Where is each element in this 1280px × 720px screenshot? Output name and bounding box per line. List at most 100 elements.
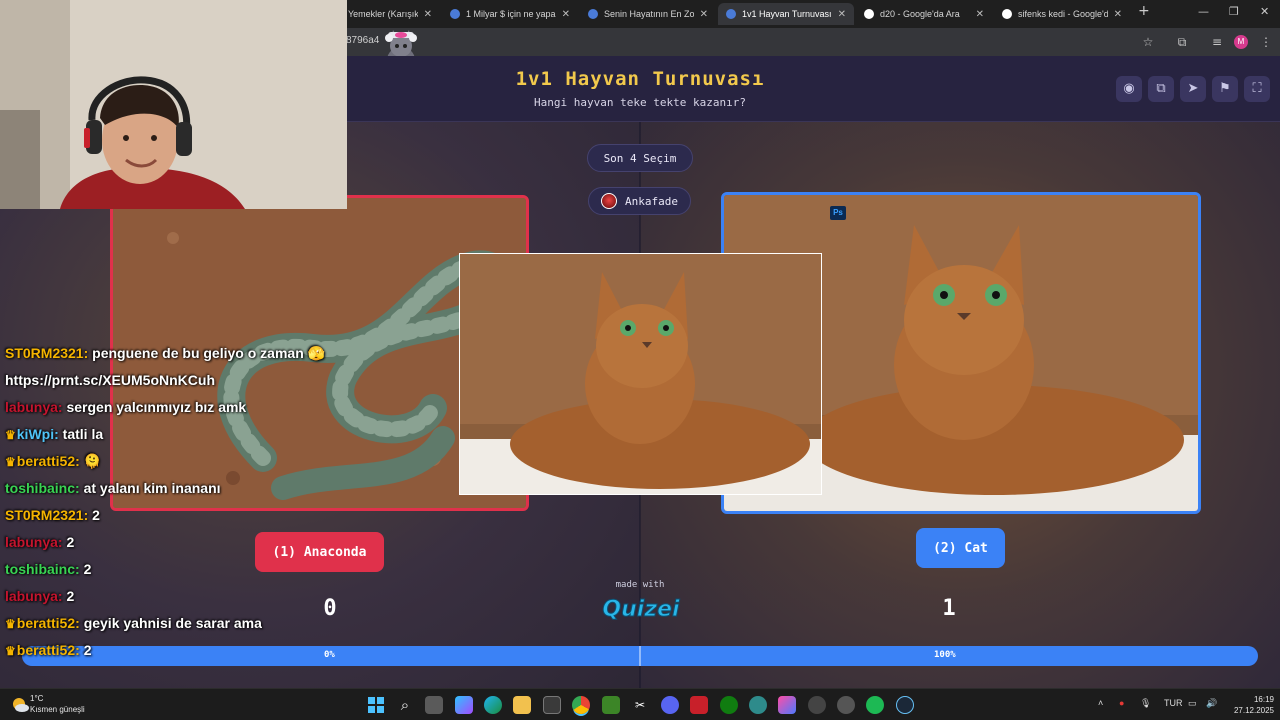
fullscreen-button[interactable]: ⛶ (1244, 76, 1270, 102)
system-clock[interactable]: 16:19 27.12.2025 (1228, 694, 1274, 716)
chat-message: labunya: 2 (5, 588, 75, 604)
chat-username: beratti52 (16, 642, 76, 658)
chat-username: beratti52 (16, 615, 76, 631)
crown-badge-icon: ♛ (5, 455, 16, 469)
taskbar: 1°C Kısmen güneşli ⌕ ✂ ˄ ● 🎙 TUR ▭ 🔊 16:… (0, 688, 1280, 720)
chat-username: ST0RM2321 (5, 507, 84, 523)
weather-desc: Kısmen güneşli (30, 705, 85, 714)
chat-username: ST0RM2321 (5, 345, 84, 361)
share-button[interactable]: ➤ (1180, 76, 1206, 102)
eye-icon: ◉ (1123, 81, 1135, 96)
tray-overflow-icon[interactable]: ˄ (1098, 698, 1103, 708)
capcut-icon[interactable]: ✂ (631, 696, 649, 714)
send-icon: ➤ (1187, 81, 1199, 96)
photoshop-badge: Ps (830, 206, 846, 220)
extensions-icon[interactable]: ⧉ (1174, 35, 1190, 49)
tab-senin-hayatinin[interactable]: Senin Hayatının En Zor Se ✕ (580, 3, 716, 25)
percent-right: 100% (934, 650, 956, 660)
profile-avatar[interactable]: M (1234, 35, 1248, 49)
bookmark-star-icon[interactable]: ☆ (1140, 35, 1156, 49)
tab-yemekler[interactable]: Yemekler (Karışık) - ✕ (340, 3, 440, 25)
discord-icon[interactable] (661, 696, 679, 714)
crown-badge-icon: ♛ (5, 644, 16, 658)
obs-icon[interactable] (837, 696, 855, 714)
eye-button[interactable]: ◉ (1116, 76, 1142, 102)
close-icon[interactable]: ✕ (976, 9, 984, 20)
chat-text: at yalanı kim inananı (83, 480, 221, 496)
clock-time: 16:19 (1253, 695, 1274, 704)
fullscreen-icon: ⛶ (1252, 81, 1262, 96)
chat-text: 🫠 (83, 453, 102, 469)
task-view-icon[interactable] (425, 696, 443, 714)
chat-text: sergen yalcınmıyız bız amk (66, 399, 247, 415)
google-icon (864, 9, 874, 19)
windows-start-icon[interactable] (367, 696, 385, 714)
app-icon[interactable] (778, 696, 796, 714)
store-icon[interactable] (543, 696, 561, 714)
overlay-cat-image (459, 253, 822, 495)
copilot-icon[interactable] (455, 696, 473, 714)
choice-button-anaconda[interactable]: (1) Anaconda (255, 532, 384, 572)
close-window-icon[interactable]: ✕ (1260, 5, 1269, 18)
quizei-logo[interactable]: Quizei (596, 593, 686, 623)
screen: Yemekler (Karışık) - ✕ 1 Milyar $ için ne… (0, 0, 1280, 720)
chat-text: penguene de bu geliyo o zaman 🫣 (92, 345, 326, 361)
user-avatar (601, 193, 617, 209)
close-icon[interactable]: ✕ (562, 9, 570, 20)
chat-text: 2 (83, 561, 92, 577)
close-icon[interactable]: ✕ (838, 9, 846, 20)
crown-badge-icon: ♛ (5, 428, 16, 442)
close-icon[interactable]: ✕ (1114, 9, 1122, 20)
chat-message: ♛beratti52: 2 (5, 642, 92, 658)
edge-icon[interactable] (484, 696, 502, 714)
chat-text: https://prnt.sc/XEUM5oNnKCuh (5, 372, 215, 388)
language-indicator[interactable]: TUR (1164, 698, 1183, 708)
choice-button-cat[interactable]: (2) Cat (916, 528, 1005, 568)
steam-icon[interactable] (896, 696, 914, 714)
network-icon[interactable]: ▭ (1188, 698, 1197, 709)
close-icon[interactable]: ✕ (700, 9, 708, 20)
user-pill[interactable]: Ankafade (588, 187, 691, 215)
flag-icon: ⚑ (1219, 81, 1231, 96)
minecraft-icon[interactable] (602, 696, 620, 714)
chat-username: kiWpi (16, 426, 55, 442)
chat-username: labunya (5, 399, 58, 415)
app-icon[interactable] (749, 696, 767, 714)
microphone-icon[interactable]: 🎙 (1140, 698, 1151, 709)
recording-app-icon[interactable] (690, 696, 708, 714)
restore-icon[interactable]: ❐ (1229, 5, 1239, 18)
chat-text: geyik yahnisi de sarar ama (83, 615, 262, 631)
tab-label: sifenks kedi - Google'da (1018, 9, 1108, 19)
chat-username: toshibainc (5, 480, 76, 496)
vote-progress-bar: 0% 100% (22, 646, 1258, 666)
weather-widget[interactable]: 1°C Kısmen güneşli (30, 693, 85, 715)
tab-1-milyar[interactable]: 1 Milyar $ için ne yaparsın ✕ (442, 3, 578, 25)
new-tab-button[interactable]: + (1138, 3, 1150, 19)
report-button[interactable]: ⚑ (1212, 76, 1238, 102)
tab-hayvan-turnuvasi[interactable]: 1v1 Hayvan Turnuvası - T ✕ (718, 3, 854, 25)
percent-left: 0% (324, 650, 335, 660)
media-icon[interactable]: ≡ (1209, 35, 1225, 49)
chat-text: tatli la (62, 426, 104, 442)
copy-button[interactable]: ⧉ (1148, 76, 1174, 102)
tab-d20-google[interactable]: d20 - Google'da Ara ✕ (856, 3, 992, 25)
chat-message: ♛kiWpi: tatli la (5, 426, 104, 442)
spotify-icon[interactable] (866, 696, 884, 714)
app-icon[interactable] (808, 696, 826, 714)
tab-sifenks-google[interactable]: sifenks kedi - Google'da ✕ (994, 3, 1130, 25)
tray-app-icon[interactable]: ● (1119, 698, 1124, 708)
search-icon[interactable]: ⌕ (396, 696, 414, 714)
volume-icon[interactable]: 🔊 (1206, 698, 1217, 709)
menu-icon[interactable]: ⋮ (1258, 35, 1274, 49)
file-explorer-icon[interactable] (513, 696, 531, 714)
close-icon[interactable]: ✕ (424, 9, 432, 20)
minimize-icon[interactable]: — (1198, 5, 1209, 18)
url-input[interactable]: 8796a4 (346, 35, 379, 46)
xbox-icon[interactable] (720, 696, 738, 714)
score-left: 0 (323, 596, 337, 621)
weather-icon (13, 698, 29, 712)
chat-username: beratti52 (16, 453, 76, 469)
chrome-icon[interactable] (572, 696, 590, 714)
crown-badge-icon: ♛ (5, 617, 16, 631)
tab-label: 1 Milyar $ için ne yaparsın (466, 9, 556, 19)
